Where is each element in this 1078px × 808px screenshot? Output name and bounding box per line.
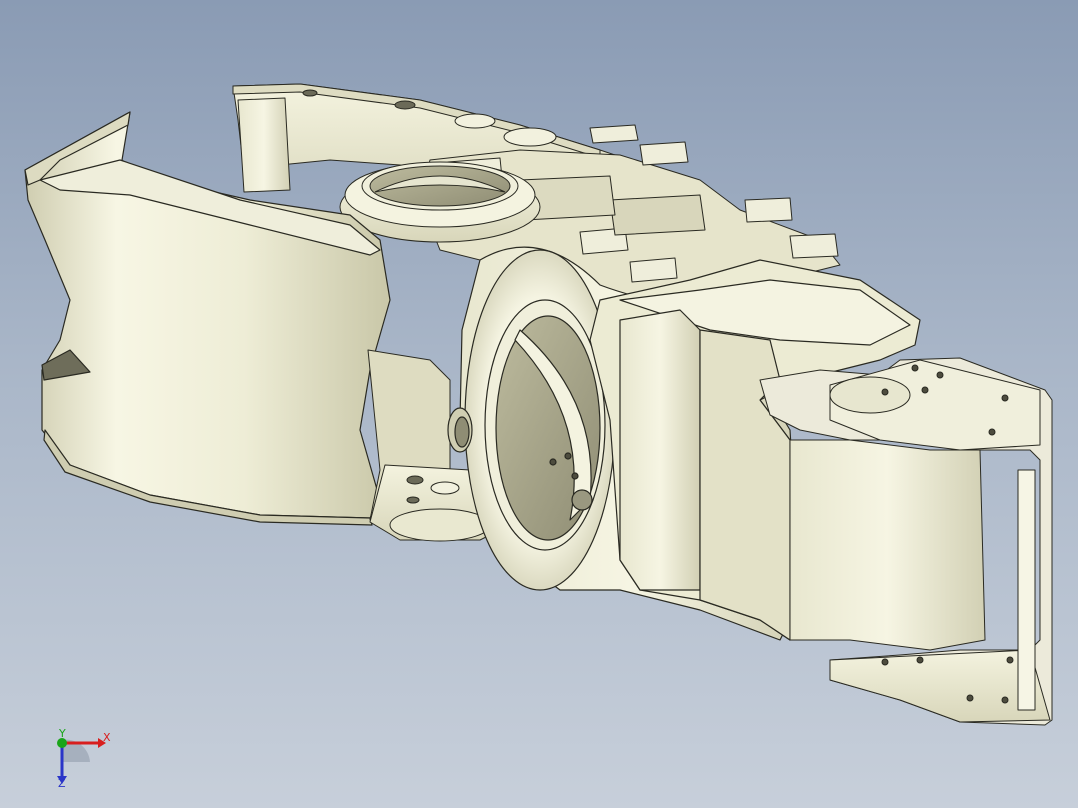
axis-triad: X Y Z bbox=[40, 726, 120, 796]
axis-z-label: Z bbox=[58, 777, 66, 790]
axis-x-label: X bbox=[103, 731, 111, 744]
cad-model[interactable] bbox=[0, 0, 1078, 808]
top-ring-boss[interactable] bbox=[339, 161, 541, 243]
end-bracket[interactable] bbox=[759, 357, 1053, 726]
left-jaw-shell[interactable] bbox=[24, 111, 391, 526]
3d-viewport[interactable]: X Y Z bbox=[0, 0, 1078, 808]
axis-y-label: Y bbox=[59, 727, 66, 740]
